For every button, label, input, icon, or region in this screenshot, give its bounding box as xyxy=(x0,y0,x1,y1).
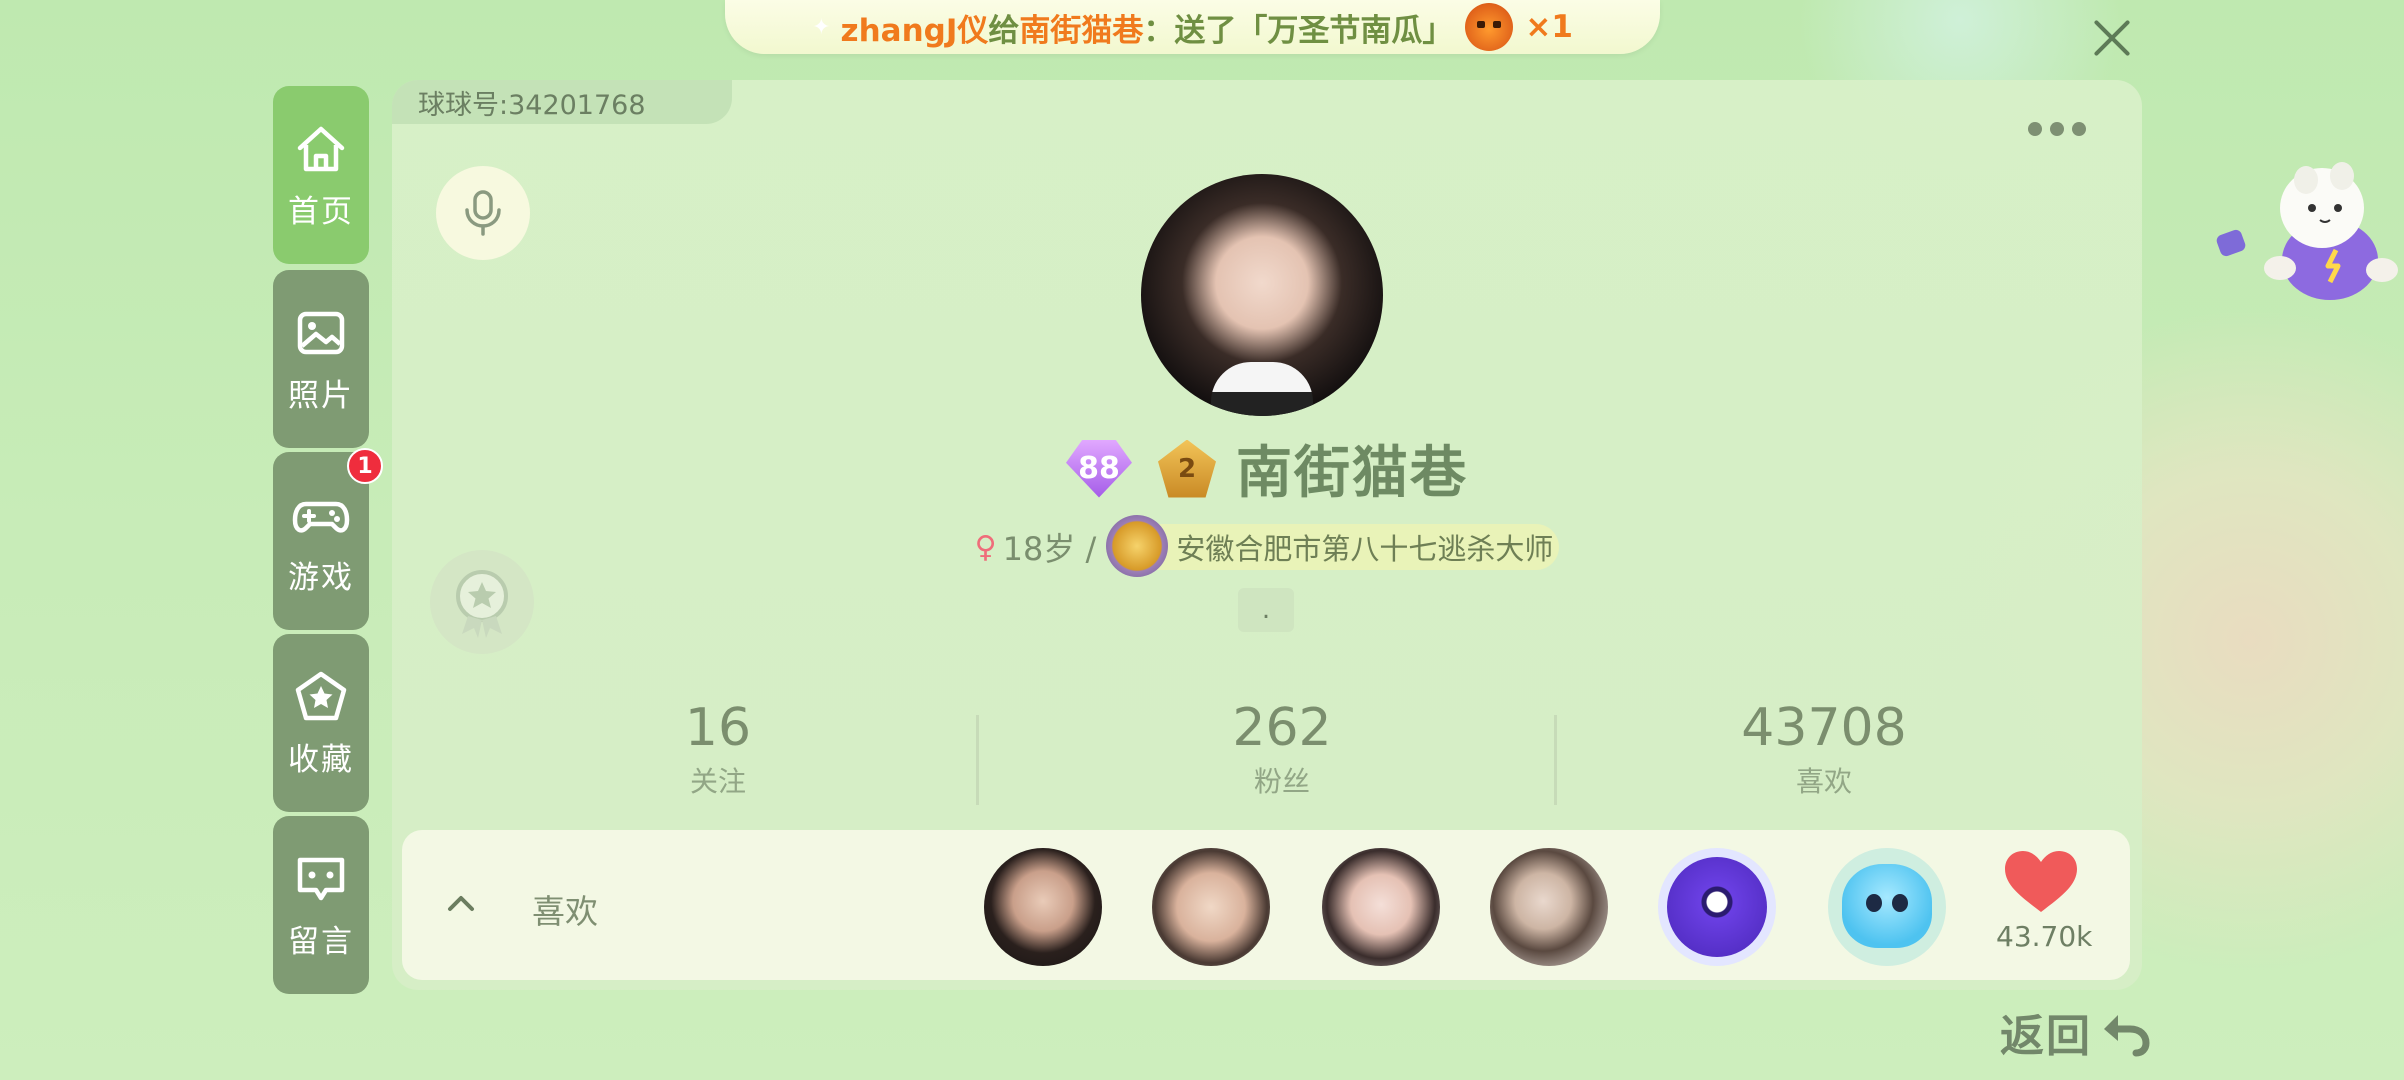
banner-action: ：送了「万圣节南瓜」 xyxy=(1143,12,1454,49)
stats-row: 16 关注 262 粉丝 43708 喜欢 xyxy=(392,700,2142,800)
banner-receiver: 南街猫巷 xyxy=(1019,12,1144,49)
stat-likes[interactable]: 43708 喜欢 xyxy=(1674,700,1974,800)
more-dot-icon xyxy=(2028,122,2042,136)
nav-item-messages[interactable]: 留言 xyxy=(273,816,369,994)
chevron-up-icon[interactable] xyxy=(446,888,476,918)
nav-item-favorites[interactable]: 收藏 xyxy=(273,634,369,812)
like-button[interactable]: 43.70k xyxy=(1996,850,2093,953)
nav-label-messages: 留言 xyxy=(288,923,354,960)
stat-fans-value: 262 xyxy=(1232,698,1332,758)
info-row: ♀ 18岁 / 安徽合肥市第八十七逃杀大师 xyxy=(392,515,2142,577)
return-arrow-icon xyxy=(2104,1015,2150,1057)
profile-signature: . xyxy=(1238,588,1294,632)
nav-item-games[interactable]: 游戏 1 xyxy=(273,448,383,630)
star-rank-badge: 2 xyxy=(1158,439,1216,498)
banner-count: ×1 xyxy=(1525,9,1573,45)
gamepad-icon xyxy=(292,501,350,533)
profile-card: 球球号:34201768 88 2 南街猫巷 ♀ 18岁 / 安徽合肥市第八十七… xyxy=(392,80,2142,990)
nav-item-home[interactable]: 首页 xyxy=(273,86,369,264)
profile-age: 18岁 / xyxy=(1002,530,1097,568)
liker-avatar[interactable] xyxy=(1490,848,1608,966)
nav-label-favorites: 收藏 xyxy=(288,741,354,778)
title-badge[interactable]: 安徽合肥市第八十七逃杀大师 xyxy=(1106,515,1560,577)
stat-following-label: 关注 xyxy=(689,765,746,798)
nav-label-games: 游戏 xyxy=(288,559,354,596)
stat-divider xyxy=(1554,715,1557,805)
liker-avatar[interactable] xyxy=(1658,848,1776,966)
likes-panel: 喜欢 43.70k xyxy=(402,830,2130,980)
profile-avatar[interactable] xyxy=(1141,174,1383,416)
home-icon xyxy=(297,126,345,171)
alpaca-astronaut-mascot-icon xyxy=(2216,162,2398,300)
name-row: 88 2 南街猫巷 xyxy=(392,428,2142,509)
more-dot-icon xyxy=(2050,122,2064,136)
blue-creature-avatar-art xyxy=(1842,864,1932,948)
nav-item-photos[interactable]: 照片 xyxy=(273,270,369,448)
gift-banner: ✦ zhangJ仪 给 南街猫巷 ：送了「万圣节南瓜」 ×1 xyxy=(725,0,1660,54)
more-options-button[interactable] xyxy=(2028,122,2086,136)
stat-fans-label: 粉丝 xyxy=(1253,765,1310,798)
stat-likes-value: 43708 xyxy=(1741,698,1907,758)
liker-avatar[interactable] xyxy=(1322,848,1440,966)
likes-label: 喜欢 xyxy=(532,892,598,931)
notification-badge: 1 xyxy=(347,448,383,484)
voice-intro-button[interactable] xyxy=(436,166,530,260)
stat-following[interactable]: 16 关注 xyxy=(568,700,868,800)
nav-label-photos: 照片 xyxy=(288,377,354,414)
close-icon[interactable] xyxy=(2090,16,2134,60)
monster-avatar-art xyxy=(1667,857,1767,957)
star-icon xyxy=(295,671,347,720)
message-icon xyxy=(297,857,345,900)
medal-icon xyxy=(456,570,508,638)
title-emblem-icon xyxy=(1106,515,1169,577)
liker-avatar[interactable] xyxy=(1828,848,1946,966)
profile-username: 南街猫巷 xyxy=(1236,441,1468,506)
title-text: 安徽合肥市第八十七逃杀大师 xyxy=(1176,532,1554,566)
like-count: 43.70k xyxy=(1996,920,2093,953)
back-button[interactable]: 返回 xyxy=(2000,1000,2152,1064)
female-gender-icon: ♀ xyxy=(974,529,997,565)
back-label: 返回 xyxy=(2000,1011,2092,1062)
banner-verb: 给 xyxy=(988,12,1020,49)
stat-divider xyxy=(976,715,979,805)
stat-following-value: 16 xyxy=(684,698,752,758)
sparkle-icon: ✦ xyxy=(812,14,831,40)
microphone-icon xyxy=(465,190,501,236)
level-diamond-badge: 88 xyxy=(1066,439,1132,498)
liker-avatar[interactable] xyxy=(984,848,1102,966)
more-dot-icon xyxy=(2072,122,2086,136)
photo-icon xyxy=(297,311,345,354)
user-id-label: 球球号:34201768 xyxy=(392,80,732,124)
nav-label-home: 首页 xyxy=(288,193,354,230)
pumpkin-icon xyxy=(1465,3,1514,51)
liker-avatar[interactable] xyxy=(1152,848,1270,966)
stat-likes-label: 喜欢 xyxy=(1795,765,1852,798)
banner-sender: zhangJ仪 xyxy=(840,12,989,49)
heart-icon xyxy=(2005,851,2077,912)
stat-fans[interactable]: 262 粉丝 xyxy=(1132,700,1432,800)
